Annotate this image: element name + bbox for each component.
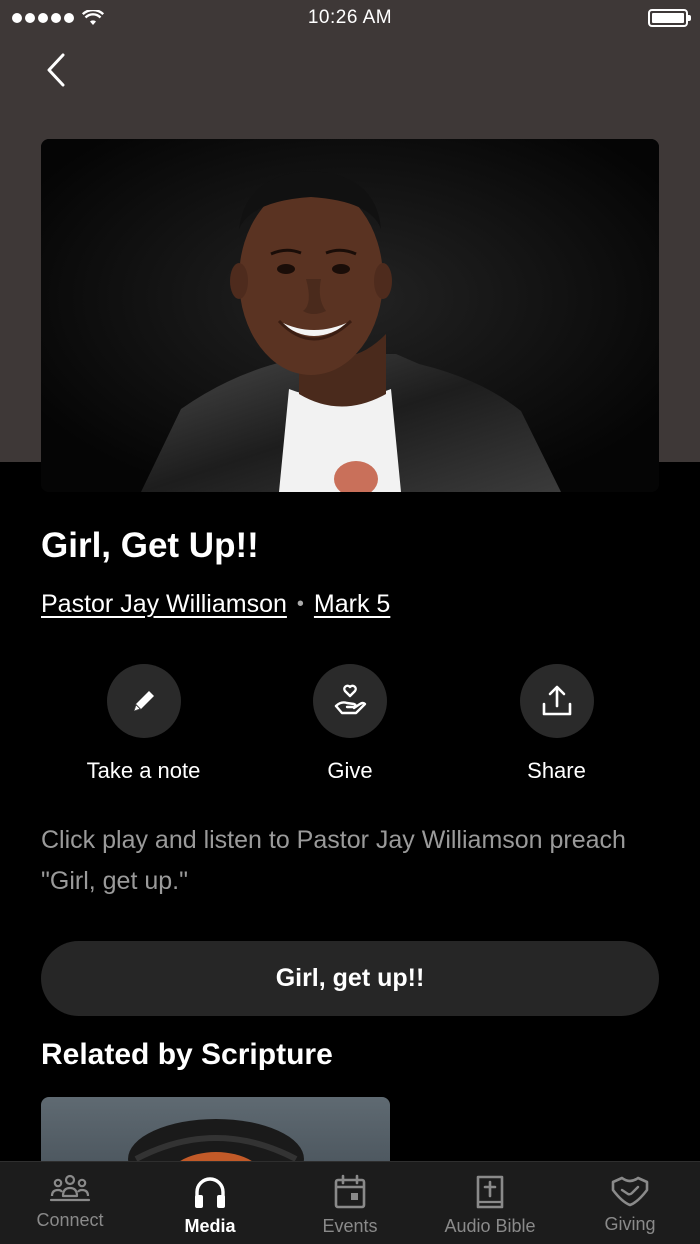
sermon-artwork bbox=[41, 139, 659, 492]
tab-media-label: Media bbox=[184, 1216, 236, 1236]
tab-bar: Connect Media Events Audio Bible Giving bbox=[0, 1161, 700, 1244]
related-heading: Related by Scripture bbox=[41, 1038, 333, 1071]
scripture-link[interactable]: Mark 5 bbox=[314, 590, 390, 619]
action-row: Take a note Give Share bbox=[41, 664, 659, 784]
give-label: Give bbox=[327, 758, 373, 783]
sermon-meta: Pastor Jay Williamson • Mark 5 bbox=[41, 590, 390, 619]
tab-media[interactable]: Media bbox=[140, 1162, 280, 1244]
take-note-label: Take a note bbox=[86, 758, 201, 783]
meta-separator: • bbox=[296, 593, 304, 615]
headphones-icon bbox=[195, 1177, 225, 1208]
speaker-link[interactable]: Pastor Jay Williamson bbox=[41, 590, 287, 619]
calendar-icon bbox=[334, 1174, 366, 1209]
give-circle[interactable] bbox=[313, 664, 387, 738]
sermon-description: Click play and listen to Pastor Jay Will… bbox=[41, 826, 626, 895]
tab-audio-bible[interactable]: Audio Bible bbox=[420, 1162, 560, 1244]
take-note-button[interactable]: Take a note bbox=[41, 664, 246, 784]
sermon-title: Girl, Get Up!! bbox=[41, 526, 259, 565]
tab-events-label: Events bbox=[322, 1216, 378, 1236]
bible-icon bbox=[476, 1175, 504, 1209]
tab-events[interactable]: Events bbox=[280, 1162, 420, 1244]
give-button[interactable]: Give bbox=[248, 664, 453, 784]
giving-icon bbox=[611, 1176, 649, 1207]
play-sermon-button[interactable]: Girl, get up!! bbox=[41, 941, 659, 1016]
tab-connect-label: Connect bbox=[36, 1210, 104, 1230]
speaker-photo bbox=[41, 139, 659, 492]
back-button[interactable] bbox=[36, 50, 76, 90]
tab-giving[interactable]: Giving bbox=[560, 1162, 700, 1244]
status-bar: 10:26 AM bbox=[0, 0, 700, 36]
people-icon bbox=[49, 1174, 91, 1202]
take-note-circle[interactable] bbox=[106, 664, 181, 738]
tab-connect[interactable]: Connect bbox=[0, 1162, 140, 1244]
chevron-left-icon bbox=[47, 53, 65, 87]
share-button[interactable]: Share bbox=[454, 664, 659, 784]
hand-heart-icon bbox=[334, 684, 367, 715]
share-circle[interactable] bbox=[519, 664, 594, 738]
tab-giving-label: Giving bbox=[604, 1214, 656, 1234]
tab-audio-bible-label: Audio Bible bbox=[444, 1216, 536, 1236]
share-icon bbox=[542, 685, 571, 716]
pencil-icon bbox=[133, 691, 154, 711]
share-label: Share bbox=[527, 758, 586, 783]
status-time: 10:26 AM bbox=[307, 7, 393, 28]
battery-icon bbox=[648, 9, 691, 27]
